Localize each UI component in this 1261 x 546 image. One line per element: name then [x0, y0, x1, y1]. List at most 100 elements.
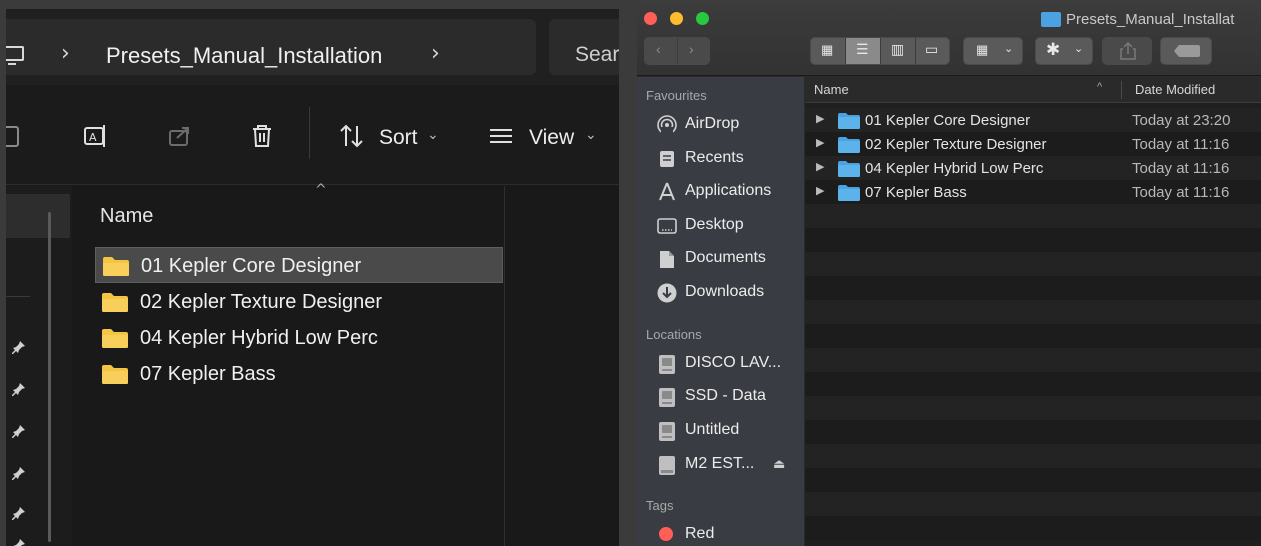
chevron-right-icon[interactable]: ›: [61, 41, 70, 66]
sidebar-item-tag-red[interactable]: Red: [656, 519, 804, 546]
list-row[interactable]: ▶ 07 Kepler Bass Today at 11:16: [805, 180, 1261, 204]
sidebar-item-downloads[interactable]: Downloads: [656, 277, 804, 307]
eject-icon[interactable]: ⏏: [773, 456, 785, 472]
documents-icon: [660, 251, 674, 268]
disclosure-triangle-icon[interactable]: ▶: [816, 136, 824, 149]
screenshot-stage: › Presets_Manual_Installation › Sear A S…: [0, 0, 1261, 546]
back-button[interactable]: ‹: [645, 38, 678, 64]
zoom-window-button[interactable]: [696, 12, 709, 25]
paste-icon[interactable]: [6, 122, 28, 150]
desktop-icon: [657, 218, 677, 234]
name-column-header[interactable]: Name: [814, 82, 849, 97]
nav-divider: [6, 296, 30, 297]
folder-icon: [102, 293, 128, 312]
sidebar-item-airdrop[interactable]: AirDrop: [656, 109, 804, 139]
list-view-button[interactable]: ☰: [846, 38, 881, 64]
row-background: [805, 396, 1261, 420]
address-bar[interactable]: › Presets_Manual_Installation ›: [6, 19, 536, 75]
windows-explorer-window: › Presets_Manual_Installation › Sear A S…: [6, 9, 619, 546]
close-window-button[interactable]: [644, 12, 657, 25]
rename-icon[interactable]: A: [82, 122, 110, 150]
disk-icon: [659, 355, 675, 374]
share-icon[interactable]: [166, 122, 194, 150]
sidebar-item-label: Red: [685, 525, 715, 542]
action-button[interactable]: ✱ ⌄: [1035, 37, 1093, 65]
chevron-right-icon[interactable]: ›: [431, 41, 440, 66]
folder-icon: [838, 161, 860, 177]
sidebar-item-label: Recents: [685, 149, 744, 166]
row-background: [805, 300, 1261, 324]
file-name: 07 Kepler Bass: [865, 184, 967, 201]
group-button[interactable]: ▦ ⌄: [963, 37, 1023, 65]
list-row[interactable]: ▶ 02 Kepler Texture Designer Today at 11…: [805, 132, 1261, 156]
gallery-view-icon: ▭: [925, 41, 939, 57]
view-dropdown-chevron-icon[interactable]: ⌄: [585, 127, 597, 143]
sidebar-item-label: M2 EST...: [685, 455, 755, 472]
disclosure-triangle-icon[interactable]: ▶: [816, 184, 824, 197]
view-icon[interactable]: [487, 122, 515, 150]
sidebar-item-applications[interactable]: Applications: [656, 176, 804, 206]
gear-icon: ✱: [1046, 40, 1061, 59]
sidebar-item-label: DISCO LAV...: [685, 354, 782, 371]
minimize-window-button[interactable]: [670, 12, 683, 25]
sort-button[interactable]: Sort: [379, 126, 418, 150]
drive-icon: [659, 456, 675, 475]
nav-scrollbar[interactable]: [48, 212, 51, 542]
pin-icon[interactable]: [12, 506, 26, 520]
file-name: 07 Kepler Bass: [140, 363, 276, 385]
sort-icon[interactable]: [338, 122, 366, 150]
file-row[interactable]: 01 Kepler Core Designer: [95, 247, 503, 283]
pin-icon[interactable]: [12, 382, 26, 396]
airdrop-icon: [657, 115, 677, 136]
disclosure-triangle-icon[interactable]: ▶: [816, 112, 824, 125]
tags-heading: Tags: [646, 498, 674, 513]
row-background: [805, 348, 1261, 372]
file-row[interactable]: 04 Kepler Hybrid Low Perc: [95, 320, 503, 356]
delete-icon[interactable]: [248, 122, 276, 150]
pin-icon[interactable]: [12, 466, 26, 480]
window-title: Presets_Manual_Installat: [1066, 11, 1235, 28]
file-row[interactable]: 07 Kepler Bass: [95, 356, 503, 392]
mac-finder-window: Presets_Manual_Installat ‹ › ▦ ☰ ▥ ▭ ▦ ⌄…: [637, 0, 1261, 546]
file-name: 02 Kepler Texture Designer: [865, 136, 1047, 153]
pin-icon[interactable]: [12, 340, 26, 354]
list-row[interactable]: ▶ 01 Kepler Core Designer Today at 23:20: [805, 108, 1261, 132]
edit-tags-button[interactable]: [1160, 37, 1212, 65]
disclosure-triangle-icon[interactable]: ▶: [816, 160, 824, 173]
column-separator[interactable]: [504, 186, 505, 546]
sidebar-item-documents[interactable]: Documents: [656, 243, 804, 273]
row-background: [805, 252, 1261, 276]
row-background: [805, 420, 1261, 444]
icon-view-button[interactable]: ▦: [811, 38, 846, 64]
sidebar-item-m2-est[interactable]: M2 EST... ⏏: [656, 449, 804, 479]
list-row[interactable]: ▶ 04 Kepler Hybrid Low Perc Today at 11:…: [805, 156, 1261, 180]
nav-selected-item[interactable]: [6, 194, 70, 238]
breadcrumb-current-folder[interactable]: Presets_Manual_Installation: [106, 43, 382, 69]
red-tag-dot-icon: [659, 527, 673, 541]
search-box[interactable]: Sear: [549, 19, 619, 75]
view-mode-control: ▦ ☰ ▥ ▭: [810, 37, 950, 65]
forward-button[interactable]: ›: [678, 38, 710, 64]
sidebar-item-label: Downloads: [685, 283, 765, 300]
row-background: [805, 372, 1261, 396]
sidebar-item-disco-lav[interactable]: DISCO LAV...: [656, 348, 804, 378]
view-button[interactable]: View: [529, 126, 574, 150]
share-button[interactable]: [1102, 37, 1152, 65]
search-placeholder: Sear: [575, 43, 619, 66]
this-pc-icon[interactable]: [6, 46, 24, 65]
file-row[interactable]: 02 Kepler Texture Designer: [95, 284, 503, 320]
locations-heading: Locations: [646, 327, 702, 342]
sidebar-item-desktop[interactable]: Desktop: [656, 210, 804, 240]
column-separator[interactable]: [1121, 81, 1122, 99]
sidebar-item-recents[interactable]: Recents: [656, 143, 804, 173]
date-modified-column-header[interactable]: Date Modified: [1135, 82, 1215, 97]
date-modified: Today at 11:16: [1132, 136, 1230, 153]
pin-icon[interactable]: [12, 538, 26, 546]
sidebar-item-ssd-data[interactable]: SSD - Data: [656, 381, 804, 411]
sort-dropdown-chevron-icon[interactable]: ⌄: [427, 127, 439, 143]
column-view-button[interactable]: ▥: [881, 38, 916, 64]
gallery-view-button[interactable]: ▭: [916, 38, 950, 64]
name-column-header[interactable]: Name: [100, 205, 153, 228]
pin-icon[interactable]: [12, 424, 26, 438]
sidebar-item-untitled[interactable]: Untitled: [656, 415, 804, 445]
